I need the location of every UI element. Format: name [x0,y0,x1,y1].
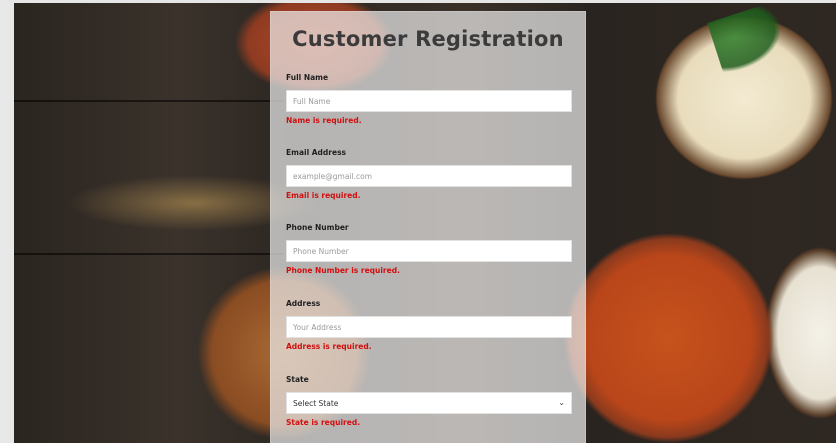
address-error: Address is required. [286,342,372,351]
full-name-placeholder: Full Name [293,96,331,106]
email-label: Email Address [286,148,347,157]
full-name-input[interactable]: Full Name [286,90,572,112]
chevron-down-icon: ⌄ [558,397,565,407]
state-select[interactable]: Select State ⌄ [286,392,572,414]
address-input[interactable]: Your Address [286,316,572,338]
wood-plank-divider [14,100,284,102]
state-label: State [286,375,309,384]
email-placeholder: example@gmail.com [293,171,373,181]
email-input[interactable]: example@gmail.com [286,165,572,187]
state-selected-value: Select State [293,398,339,408]
full-name-error: Name is required. [286,116,362,125]
form-title: Customer Registration [292,27,564,51]
phone-number-input[interactable]: Phone Number [286,240,572,262]
registration-form-panel: Customer Registration Full Name Full Nam… [270,11,586,443]
state-field: State Select State ⌄ State is required. [286,375,572,428]
phone-number-label: Phone Number [286,223,349,232]
full-name-label: Full Name [286,73,329,82]
state-error: State is required. [286,418,361,427]
address-label: Address [286,299,321,308]
address-field: Address Your Address Address is required… [286,299,572,352]
email-error: Email is required. [286,191,361,200]
wood-plank-divider [14,253,284,255]
address-placeholder: Your Address [293,322,342,332]
phone-number-field: Phone Number Phone Number Phone Number i… [286,223,572,276]
page: Customer Registration Full Name Full Nam… [0,0,836,443]
phone-number-error: Phone Number is required. [286,266,400,275]
email-field: Email Address example@gmail.com Email is… [286,148,572,201]
parsley-garnish [707,3,791,76]
full-name-field: Full Name Full Name Name is required. [286,73,572,126]
phone-number-placeholder: Phone Number [293,246,349,256]
